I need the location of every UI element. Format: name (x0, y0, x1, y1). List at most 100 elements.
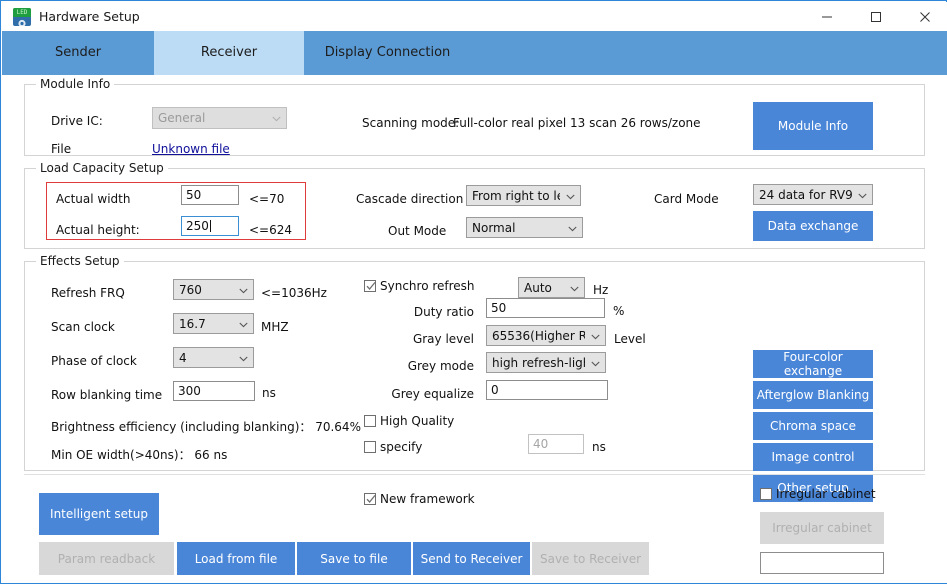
duty-ratio-label: Duty ratio (388, 305, 474, 319)
close-icon[interactable] (902, 3, 947, 31)
actual-width-value: 50 (186, 188, 201, 202)
chevron-down-icon (239, 351, 248, 365)
load-from-file-button[interactable]: Load from file (177, 542, 295, 575)
actual-width-limit: <=70 (249, 192, 284, 206)
led-gear-icon: LED (13, 8, 31, 26)
card-mode-label: Card Mode (654, 192, 719, 206)
drive-ic-value: General (158, 111, 266, 125)
param-readback-button[interactable]: Param readback (39, 542, 174, 575)
specify-checkbox[interactable]: specify (364, 440, 422, 454)
gray-level-select[interactable]: 65536(Higher Refre (486, 325, 606, 346)
out-mode-select[interactable]: Normal (466, 217, 583, 238)
row-blanking-time-value: 300 (178, 384, 201, 398)
chevron-down-icon (239, 317, 248, 331)
checkbox-box (364, 493, 376, 505)
cascade-direction-select[interactable]: From right to left (466, 185, 581, 206)
intelligent-setup-button[interactable]: Intelligent setup (39, 493, 159, 535)
module-info-button[interactable]: Module Info (753, 102, 873, 150)
checkbox-box (760, 488, 772, 500)
out-mode-value: Normal (472, 221, 562, 235)
specify-input[interactable]: 40 (528, 434, 584, 454)
specify-value: 40 (533, 437, 548, 451)
scan-clock-select[interactable]: 16.7 (173, 313, 254, 334)
chroma-space-button[interactable]: Chroma space (753, 412, 873, 440)
minimize-icon[interactable] (804, 3, 849, 31)
refresh-frq-select[interactable]: 760 (173, 279, 254, 300)
footer-divider (24, 474, 925, 475)
refresh-frq-value: 760 (179, 283, 233, 297)
chevron-down-icon (858, 188, 867, 202)
phase-of-clock-select[interactable]: 4 (173, 347, 254, 368)
title-bar: LED Hardware Setup (2, 2, 947, 31)
cascade-direction-label: Cascade direction (356, 192, 463, 206)
afterglow-blanking-button[interactable]: Afterglow Blanking (753, 381, 873, 409)
grey-equalize-value: 0 (491, 383, 499, 397)
new-framework-checkbox[interactable]: New framework (364, 492, 475, 506)
duty-ratio-unit: % (613, 304, 624, 318)
card-mode-value: 24 data for RV908 (759, 188, 852, 202)
tab-bar: Sender Receiver Display Connection (2, 31, 947, 75)
duty-ratio-value: 50 (491, 301, 506, 315)
phase-of-clock-value: 4 (179, 351, 233, 365)
file-link[interactable]: Unknown file (152, 142, 230, 156)
actual-width-label: Actual width (56, 192, 130, 206)
scanning-mode-label: Scanning mode: (362, 116, 459, 130)
drive-ic-select[interactable]: General (152, 107, 287, 129)
tab-display-connection[interactable]: Display Connection (304, 31, 471, 75)
scanning-mode-value: Full-color real pixel 13 scan 26 rows/zo… (453, 116, 701, 130)
drive-ic-label: Drive IC: (51, 114, 103, 128)
row-blanking-time-label: Row blanking time (51, 388, 162, 402)
data-exchange-button[interactable]: Data exchange (753, 211, 873, 241)
gray-level-value: 65536(Higher Refre (492, 329, 585, 343)
file-label: File (51, 142, 71, 156)
scan-clock-unit: MHZ (261, 320, 289, 334)
chevron-down-icon (272, 111, 281, 125)
checkbox-box (364, 441, 376, 453)
text-caret (210, 220, 211, 232)
synchro-refresh-label: Synchro refresh (380, 279, 475, 293)
new-framework-label: New framework (380, 492, 475, 506)
tab-receiver[interactable]: Receiver (154, 31, 304, 75)
tab-sender[interactable]: Sender (2, 31, 154, 75)
synchro-refresh-value: Auto (524, 281, 564, 295)
min-oe-width-text: Min OE width(>40ns)： 66 ns (51, 448, 227, 462)
duty-ratio-input[interactable]: 50 (486, 298, 605, 318)
actual-height-value: 250 (186, 219, 209, 233)
window-title: Hardware Setup (39, 2, 140, 31)
irregular-cabinet-button[interactable]: Irregular cabinet (760, 512, 884, 544)
actual-height-input[interactable]: 250 (181, 216, 239, 236)
irregular-cabinet-checkbox-label: Irregular cabinet (776, 487, 876, 501)
synchro-refresh-unit: Hz (593, 283, 608, 297)
specify-unit: ns (592, 440, 606, 454)
save-to-receiver-button[interactable]: Save to Receiver (532, 542, 649, 575)
maximize-icon[interactable] (853, 3, 898, 31)
checkbox-box (364, 415, 376, 427)
send-to-receiver-button[interactable]: Send to Receiver (413, 542, 530, 575)
grey-mode-select[interactable]: high refresh-light (486, 352, 606, 373)
irregular-cabinet-checkbox[interactable]: Irregular cabinet (760, 487, 876, 501)
high-quality-label: High Quality (380, 414, 454, 428)
four-color-exchange-button[interactable]: Four-color exchange (753, 350, 873, 378)
hardware-setup-window: LED Hardware Setup Sender Receiver D (0, 0, 947, 584)
actual-width-input[interactable]: 50 (181, 185, 239, 205)
gray-level-label: Gray level (388, 332, 474, 346)
synchro-refresh-select[interactable]: Auto (518, 277, 585, 298)
effects-setup-group: Effects Setup Refresh FRQ 760 <=1036Hz S… (24, 261, 925, 471)
image-control-button[interactable]: Image control (753, 443, 873, 471)
scan-clock-value: 16.7 (179, 317, 233, 331)
grey-equalize-label: Grey equalize (366, 387, 474, 401)
effects-setup-legend: Effects Setup (36, 254, 124, 268)
row-blanking-time-input[interactable]: 300 (173, 381, 255, 401)
high-quality-checkbox[interactable]: High Quality (364, 414, 454, 428)
save-to-file-button[interactable]: Save to file (297, 542, 411, 575)
grey-equalize-input[interactable]: 0 (486, 380, 608, 400)
synchro-refresh-checkbox[interactable]: Synchro refresh (364, 279, 475, 293)
content-area: Module Info Drive IC: General File Unkno… (2, 75, 947, 583)
module-info-legend: Module Info (36, 77, 114, 91)
module-info-group: Module Info Drive IC: General File Unkno… (24, 84, 925, 156)
irregular-cabinet-input[interactable] (760, 552, 884, 574)
refresh-frq-limit: <=1036Hz (261, 286, 327, 300)
window-controls (804, 3, 947, 31)
card-mode-select[interactable]: 24 data for RV908 (753, 184, 873, 205)
chevron-down-icon (570, 281, 579, 295)
